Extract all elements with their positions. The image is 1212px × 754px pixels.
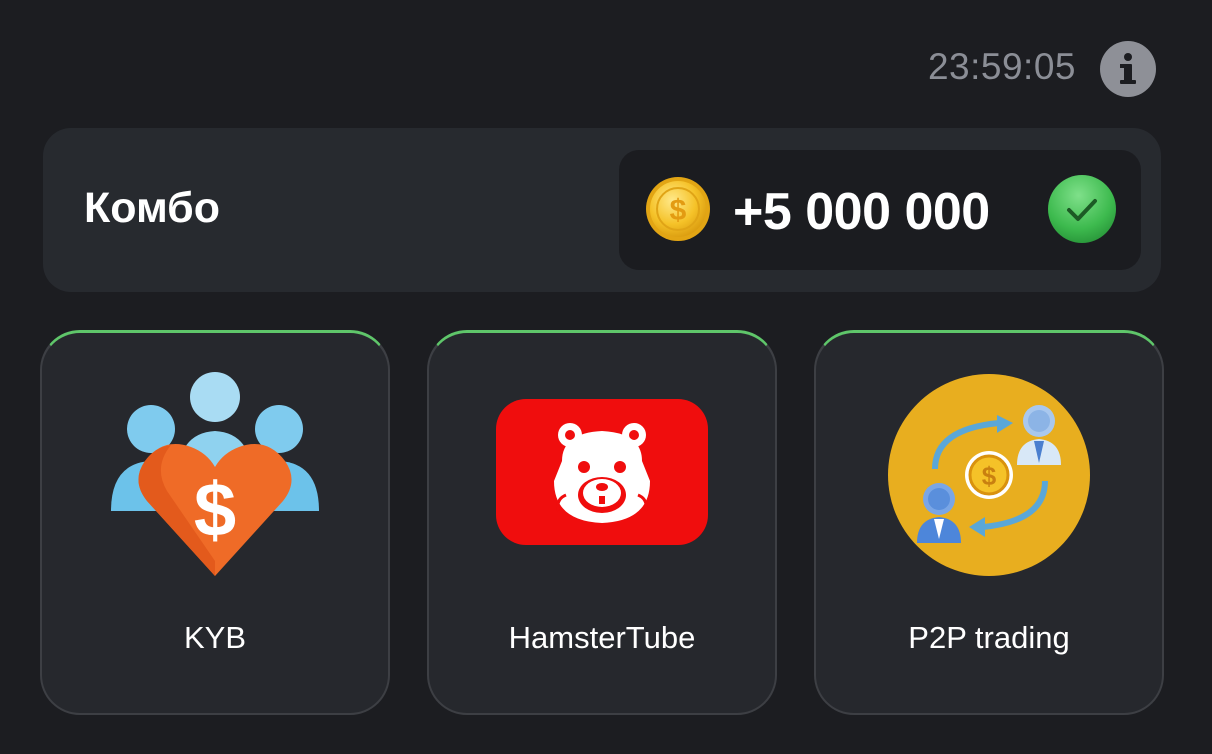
combo-card-label: HamsterTube [508,620,696,655]
hamster-video-play-icon [496,399,708,545]
countdown-timer: 23:59:05 [927,46,1076,87]
p2p-exchange-icon: $ [888,374,1090,576]
combo-card-kyb[interactable]: $ KYB [40,330,390,715]
combo-reward-amount: +5 000 000 [733,183,990,241]
combo-reward: $ +5 000 000 [619,150,1141,270]
combo-card-hamstertube[interactable]: HamsterTube [427,330,777,715]
combo-card-p2p-trading[interactable]: $ P2P trading [814,330,1164,715]
svg-text:$: $ [194,468,236,553]
check-icon [1048,175,1116,243]
info-button[interactable] [1100,41,1156,97]
svg-text:$: $ [982,461,997,491]
combo-title: Комбо [84,184,221,232]
people-heart-dollar-icon: $ [111,372,319,576]
combo-card-label: KYB [183,620,247,655]
svg-text:$: $ [670,194,687,227]
combo-card-label: P2P trading [908,620,1070,655]
info-icon [1120,53,1136,84]
daily-combo-screen: 23:59:05 Комбо $ +5 000 000 $ KYB Hamste… [0,0,1212,754]
combo-panel: Комбо $ +5 000 000 [43,128,1161,292]
dollar-coin-icon: $ [646,177,710,241]
